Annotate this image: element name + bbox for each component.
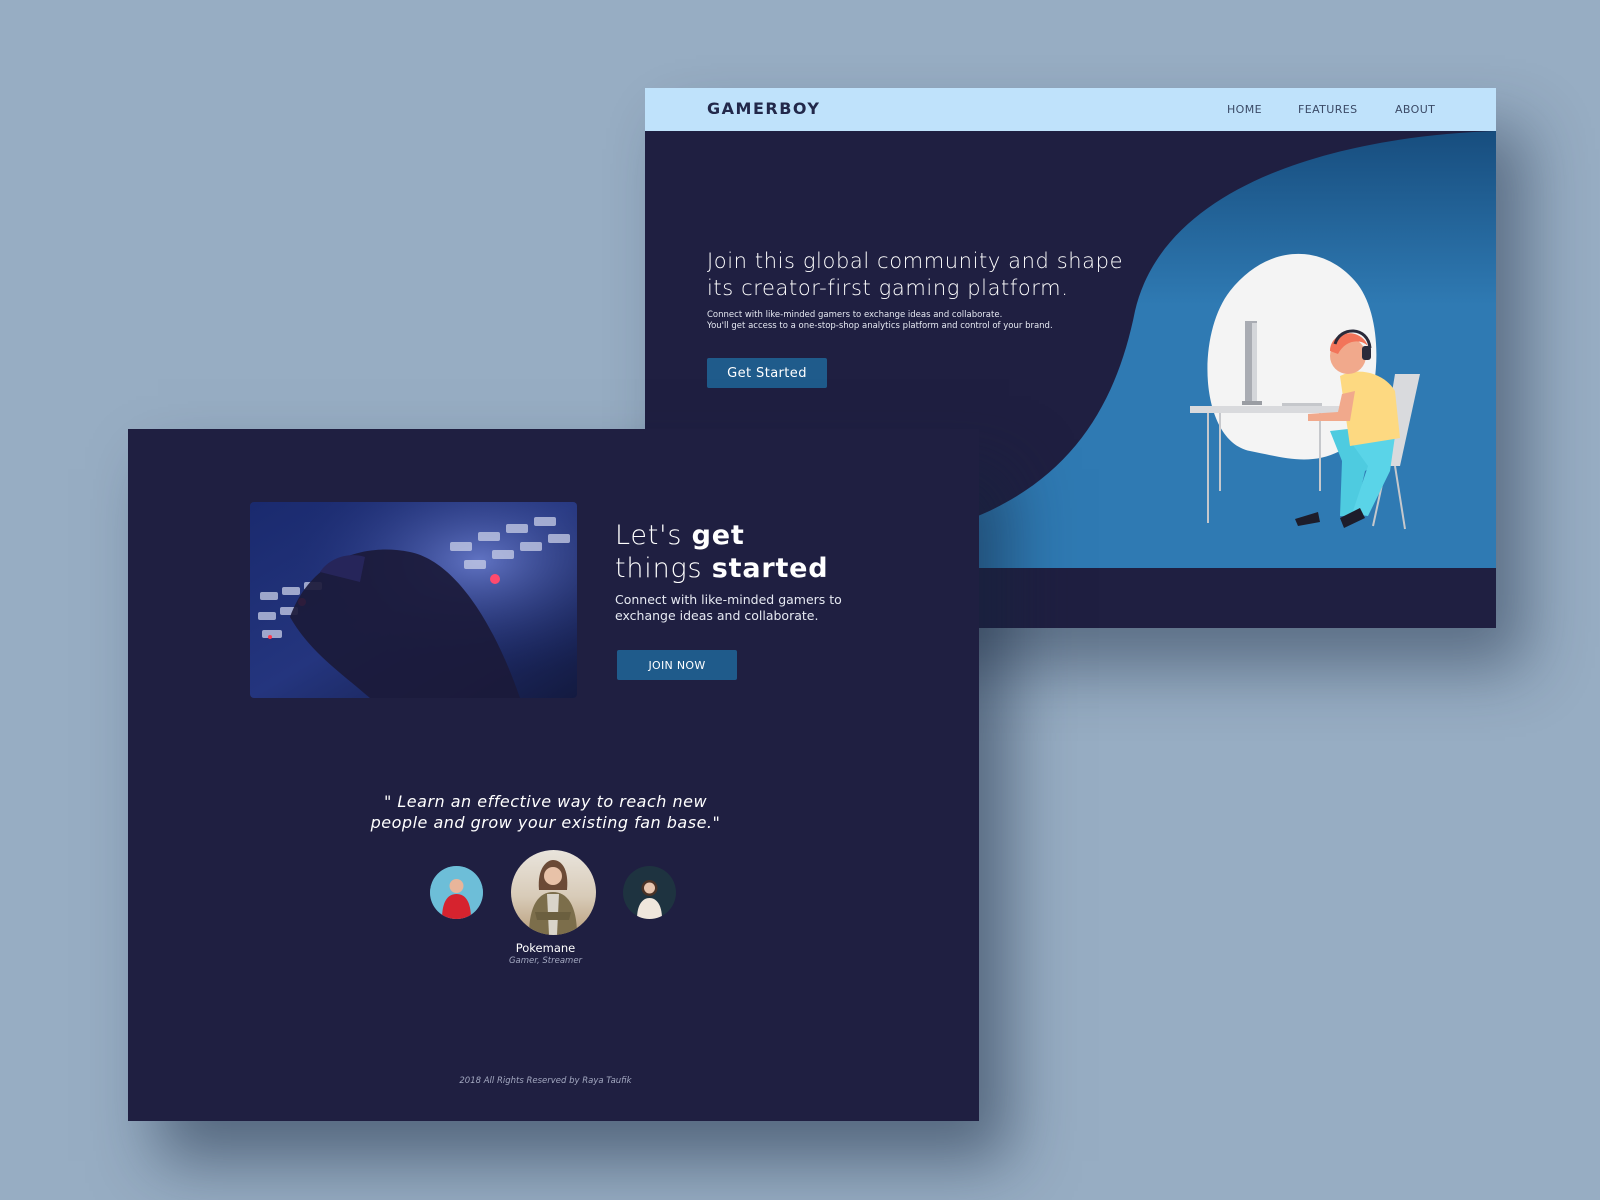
- avatar-left[interactable]: [430, 866, 483, 919]
- section-description-line: exchange ideas and collaborate.: [615, 607, 819, 623]
- keyboard-photo: [250, 502, 577, 698]
- hero-title-line: Join this global community and shape: [707, 249, 1124, 273]
- section-heading-line: Let's get: [615, 519, 915, 552]
- avatar-right-image: [623, 866, 676, 919]
- avatar-featured[interactable]: [511, 850, 596, 935]
- testimonial-role: Gamer, Streamer: [508, 956, 583, 966]
- top-navbar: GAMERBOY HOME FEATURES ABOUT: [645, 88, 1496, 131]
- heading-text: Let's: [615, 520, 692, 551]
- heading-text-bold: get: [691, 520, 745, 551]
- content-page-mockup: Let's get things started Connect with li…: [128, 429, 979, 1121]
- gamer-at-desk-illustration: [1190, 253, 1420, 530]
- heading-text-bold: started: [711, 553, 829, 584]
- heading-text: things: [615, 553, 712, 584]
- hero-description-line: You'll get access to a one-stop-shop ana…: [707, 320, 1053, 331]
- section-heading: Let's get things started: [615, 519, 915, 585]
- quote-line: " Learn an effective way to reach new: [383, 792, 708, 811]
- get-started-button[interactable]: Get Started: [707, 358, 827, 388]
- nav-link-features[interactable]: FEATURES: [1298, 103, 1358, 116]
- hero-description-line: Connect with like-minded gamers to excha…: [707, 310, 1003, 320]
- footer-copyright: 2018 All Rights Reserved by Raya Taufik: [459, 1076, 632, 1086]
- avatar-featured-image: [511, 850, 596, 935]
- testimonial-name: Pokemane: [515, 941, 576, 955]
- brand-logo[interactable]: GAMERBOY: [707, 99, 821, 118]
- hero-title-line: its creator-first gaming platform.: [707, 276, 1069, 300]
- testimonial-quote: " Learn an effective way to reach new pe…: [333, 791, 758, 833]
- nav-link-home[interactable]: HOME: [1227, 103, 1262, 116]
- quote-line: people and grow your existing fan base.": [370, 813, 721, 832]
- hero-description: Connect with like-minded gamers to excha…: [707, 310, 1087, 331]
- nav-link-about[interactable]: ABOUT: [1395, 103, 1435, 116]
- section-description-line: Connect with like-minded gamers to: [615, 592, 842, 607]
- avatar-left-image: [430, 866, 483, 919]
- section-description: Connect with like-minded gamers to excha…: [615, 592, 875, 623]
- join-now-button[interactable]: JOIN NOW: [617, 650, 737, 680]
- section-heading-line: things started: [615, 552, 915, 585]
- hero-title: Join this global community and shape its…: [707, 248, 1147, 302]
- avatar-right[interactable]: [623, 866, 676, 919]
- mockup-canvas: GAMERBOY HOME FEATURES ABOUT Join this g…: [0, 0, 1600, 1200]
